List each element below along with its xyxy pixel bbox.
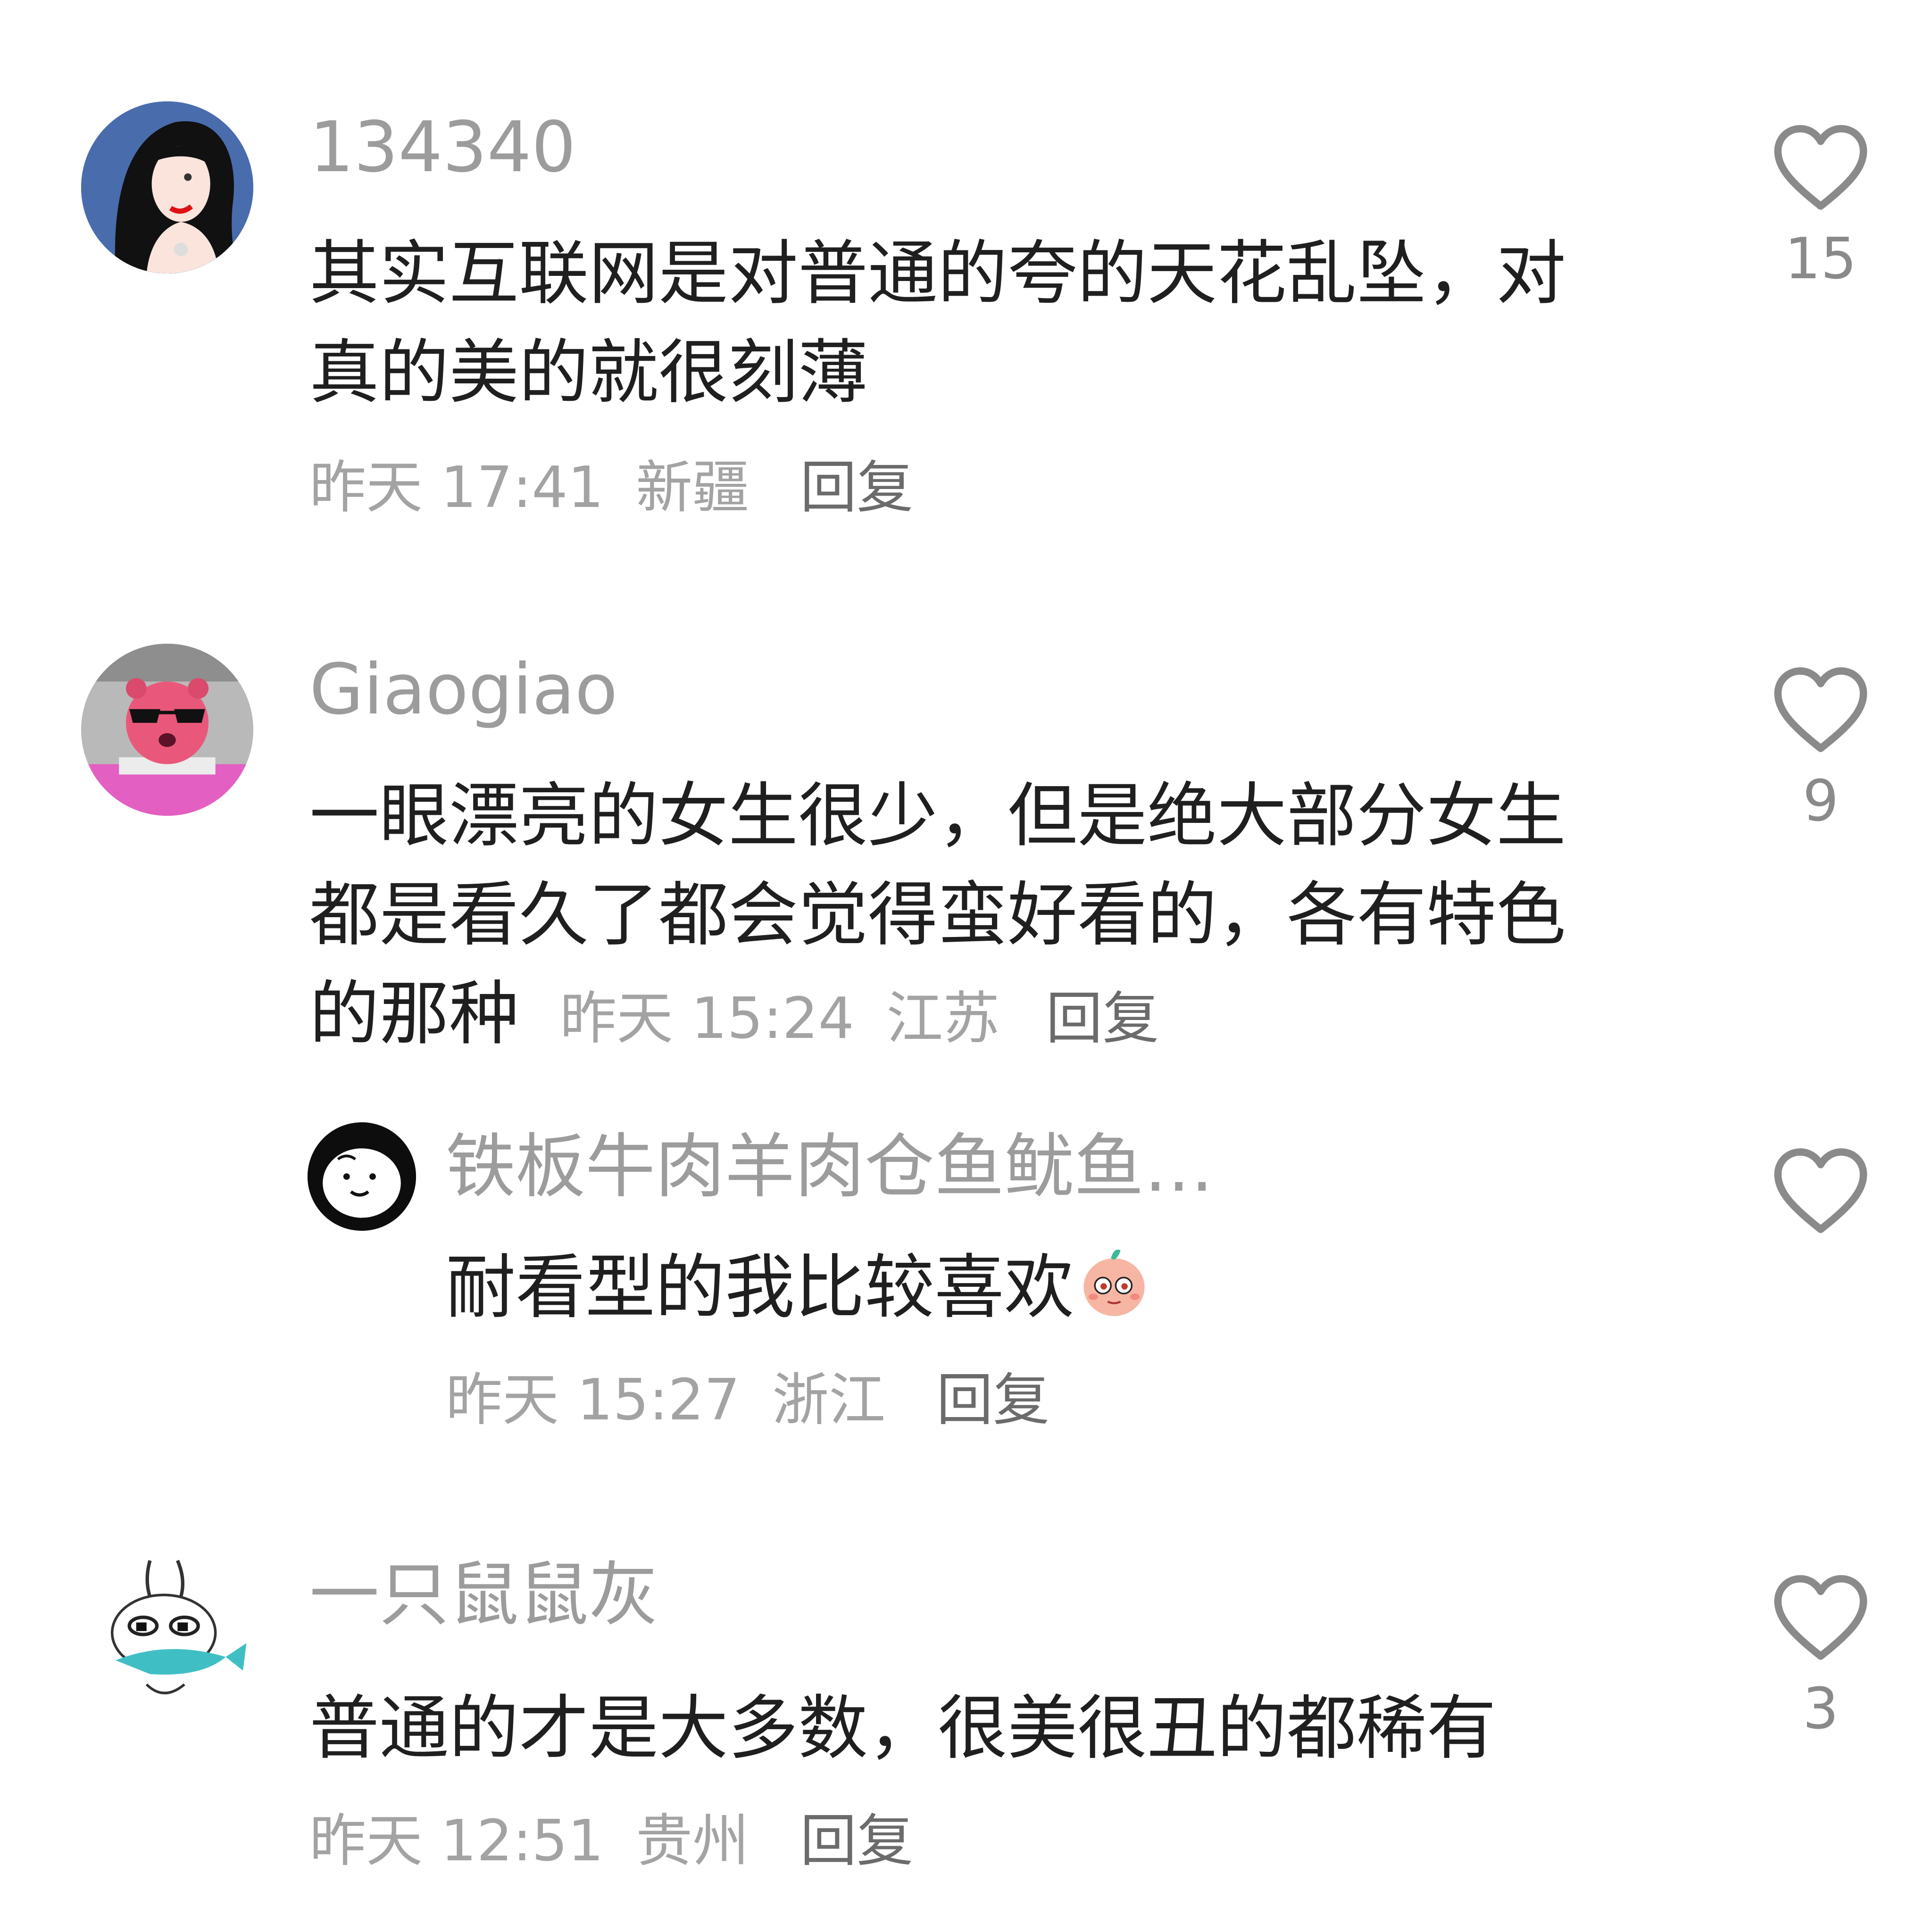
like-count: 15 [1784, 226, 1857, 292]
comment-username[interactable]: Giaogiao [309, 655, 617, 724]
comment-location: 新疆 [636, 455, 749, 521]
comment-text: 其实互联网是对普通的夸的天花乱坠，对真的美的就很刻薄 [309, 233, 1566, 413]
reply-text: 耐看型的我比较喜欢 [446, 1238, 1625, 1337]
reply-button[interactable]: 回复 [1046, 986, 1159, 1052]
reply-meta: 昨天 15:27 浙江 回复 [446, 1372, 1049, 1429]
reply-time: 昨天 15:27 [446, 1368, 740, 1433]
comment-username[interactable]: 134340 [309, 112, 576, 182]
heart-icon [1774, 1575, 1867, 1660]
like-button[interactable] [1764, 1146, 1877, 1235]
rabbit-with-fish-avatar-icon [81, 1547, 253, 1719]
avatar[interactable] [308, 1122, 416, 1231]
comment-time: 昨天 15:24 [560, 986, 855, 1052]
reply-username-text: 铁板牛肉羊肉仓鱼鱿鱼 [446, 1126, 1144, 1207]
avatar[interactable] [81, 1547, 253, 1719]
comment-text: 一眼漂亮的女生很少，但是绝大部分女生都是看久了都会觉得蛮好看的，各有特色的那种 … [309, 766, 1607, 1069]
like-button[interactable]: 15 [1764, 123, 1877, 288]
pink-beaver-sunglasses-avatar-icon [81, 644, 253, 816]
comment-time: 昨天 17:41 [309, 455, 604, 521]
reply-text-content: 耐看型的我比较喜欢 [446, 1247, 1074, 1328]
comment-location: 江苏 [886, 986, 1000, 1052]
comment-meta: 昨天 12:51 贵州 回复 [309, 1813, 913, 1870]
comment-location: 贵州 [636, 1808, 749, 1874]
avatar[interactable] [81, 101, 253, 274]
reply-button[interactable]: 回复 [936, 1368, 1049, 1433]
comment-username[interactable]: 一只鼠鼠灰 [309, 1560, 658, 1630]
avatar[interactable] [81, 644, 253, 816]
shy-peach-emoji-icon [1083, 1249, 1145, 1316]
reply-username[interactable]: 铁板牛肉羊肉仓鱼鱿鱼… [446, 1132, 1214, 1202]
comment-meta: 昨天 15:24 江苏 回复 [560, 986, 1159, 1052]
reply-button[interactable]: 回复 [800, 1808, 913, 1874]
heart-icon [1774, 125, 1867, 210]
like-button[interactable]: 3 [1764, 1573, 1877, 1738]
sketch-face-avatar-icon [308, 1122, 416, 1231]
like-count: 3 [1802, 1676, 1839, 1742]
username-ellipsis: … [1144, 1126, 1214, 1207]
reply-button[interactable]: 回复 [800, 455, 913, 521]
reply-location: 浙江 [772, 1368, 886, 1433]
cartoon-woman-avatar-icon [81, 101, 253, 274]
comment-text: 普通的才是大多数，很美很丑的都稀有 [309, 1688, 1496, 1769]
heart-icon [1774, 667, 1867, 752]
like-button[interactable]: 9 [1764, 665, 1877, 830]
comment-meta: 昨天 17:41 新疆 回复 [309, 460, 913, 516]
like-count: 9 [1802, 769, 1839, 834]
comment-time: 昨天 12:51 [309, 1808, 604, 1874]
heart-icon [1774, 1148, 1867, 1233]
